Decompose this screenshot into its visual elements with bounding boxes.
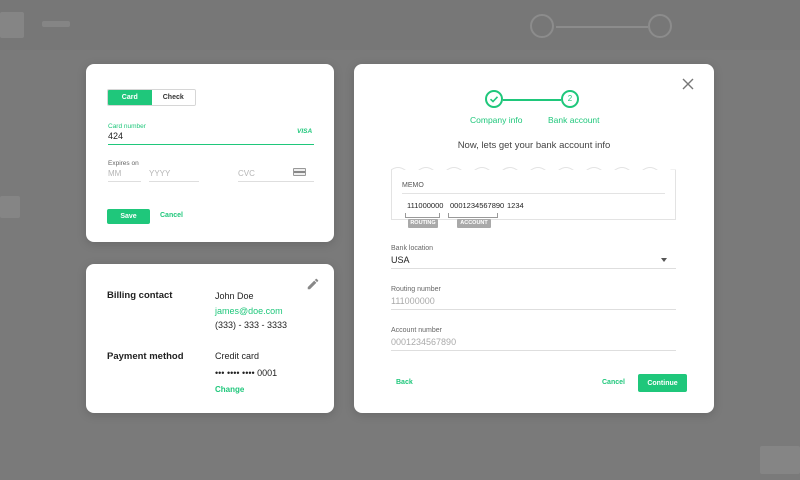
bank-location-label: Bank location [391, 245, 434, 252]
memo-label: MEMO [402, 182, 424, 189]
step-2-number: 2 [567, 94, 573, 103]
back-button[interactable]: Back [396, 379, 413, 386]
account-number-label: Account number [391, 327, 442, 334]
account-tag: ACCOUNT [457, 219, 491, 228]
check-routing-number: 111000000 [407, 201, 444, 210]
background-step-line [556, 26, 648, 28]
month-underline [108, 181, 141, 182]
routing-number-input[interactable]: 111000000 [391, 296, 435, 306]
card-number-input[interactable]: 424 [108, 131, 123, 141]
step-connector [503, 99, 561, 101]
step-2-circle: 2 [561, 90, 579, 108]
bank-account-modal: 2 Company info Bank account Now, lets ge… [354, 64, 714, 413]
check-illustration: MEMO 111000000 0001234567890 1234 ROUTIN… [391, 170, 676, 228]
background-step-1 [530, 14, 554, 38]
account-number-underline [391, 350, 676, 351]
card-payment-form: Card Check Card number 424 VISA Expires … [86, 64, 334, 242]
payment-type-toggle: Card Check [107, 89, 196, 106]
billing-contact-label: Billing contact [107, 290, 173, 301]
bank-location-select[interactable]: USA [391, 255, 410, 265]
close-icon[interactable] [682, 78, 694, 90]
background-block [0, 196, 20, 218]
background-button [760, 446, 800, 474]
memo-line [402, 193, 665, 194]
chevron-down-icon[interactable] [661, 258, 667, 262]
year-underline [149, 181, 199, 182]
check-serial-number: 1234 [507, 201, 524, 210]
step-1-label: Company info [470, 115, 523, 125]
month-input[interactable]: MM [108, 169, 121, 178]
tab-check[interactable]: Check [151, 90, 195, 105]
routing-bracket [405, 213, 440, 218]
bank-location-underline [391, 268, 676, 269]
change-payment-link[interactable]: Change [215, 385, 244, 394]
tab-card[interactable]: Card [108, 90, 152, 105]
background-title [42, 21, 70, 27]
visa-brand-icon: VISA [297, 128, 313, 135]
account-number-input[interactable]: 0001234567890 [391, 337, 456, 347]
save-button[interactable]: Save [107, 209, 150, 224]
step-2-label: Bank account [548, 115, 600, 125]
billing-summary-card: Billing contact John Doe james@doe.com (… [86, 264, 334, 413]
routing-number-label: Routing number [391, 286, 441, 293]
step-1-circle [485, 90, 503, 108]
year-input[interactable]: YYYY [149, 169, 170, 178]
expires-label: Expires on [108, 160, 139, 167]
card-number-underline [108, 144, 314, 145]
account-bracket [448, 213, 498, 218]
routing-tag: ROUTING [408, 219, 438, 228]
payment-method-value: Credit card [215, 351, 260, 361]
payment-method-label: Payment method [107, 351, 184, 362]
check-icon [489, 96, 499, 103]
cvc-input[interactable]: CVC [238, 169, 255, 178]
background-header [0, 0, 800, 50]
cancel-bank-button[interactable]: Cancel [602, 379, 625, 386]
cancel-button[interactable]: Cancel [160, 212, 183, 219]
contact-name: John Doe [215, 291, 254, 301]
routing-number-underline [391, 309, 676, 310]
pencil-icon[interactable] [306, 277, 320, 291]
continue-button[interactable]: Continue [638, 374, 687, 392]
background-logo [0, 12, 24, 38]
check-account-number: 0001234567890 [450, 201, 505, 210]
background-step-2 [648, 14, 672, 38]
cvc-underline [238, 181, 314, 182]
credit-card-icon [293, 168, 306, 176]
card-number-label: Card number [108, 123, 146, 130]
masked-card-number: ••• •••• •••• 0001 [215, 368, 278, 378]
page-title: Now, lets get your bank account info [457, 140, 611, 151]
contact-email[interactable]: james@doe.com [215, 306, 283, 316]
contact-phone: (333) - 333 - 3333 [215, 320, 288, 330]
